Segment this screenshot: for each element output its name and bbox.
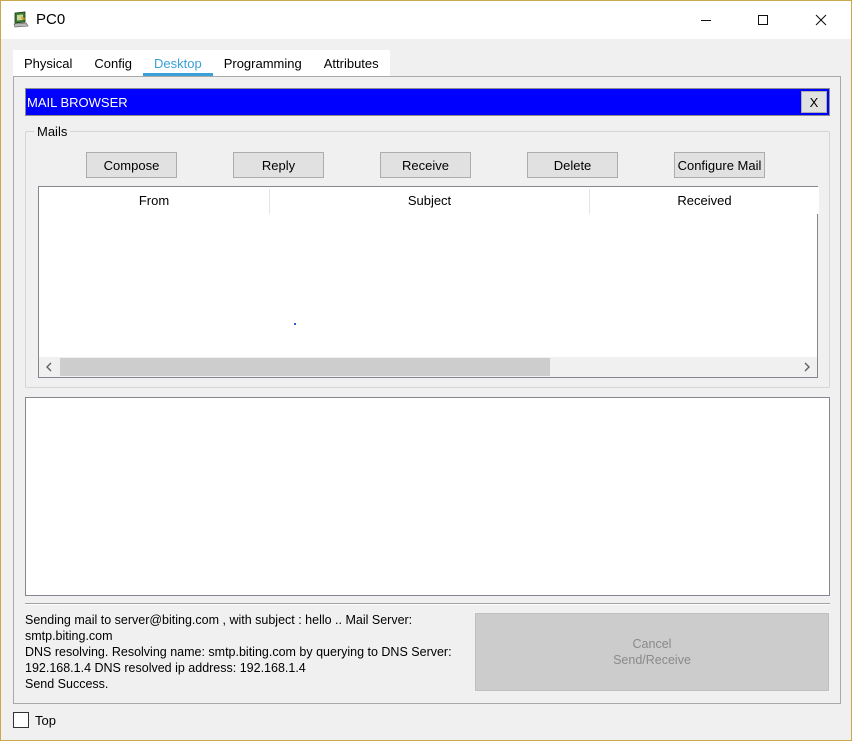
top-option[interactable]: Top xyxy=(13,712,56,728)
tab-config[interactable]: Config xyxy=(83,50,143,76)
status-line: 192.168.1.4 DNS resolved ip address: 192… xyxy=(25,661,306,675)
status-line: Sending mail to server@biting.com , with… xyxy=(25,613,413,627)
mail-list-table[interactable]: From Subject Received xyxy=(38,186,819,378)
tab-attributes[interactable]: Attributes xyxy=(313,50,390,76)
close-window-button[interactable] xyxy=(798,1,844,39)
mail-browser-close-button[interactable]: X xyxy=(801,91,827,113)
scroll-left-arrow-icon[interactable] xyxy=(39,357,59,377)
reply-button[interactable]: Reply xyxy=(233,152,324,178)
status-line: DNS resolving. Resolving name: smtp.biti… xyxy=(25,645,452,659)
mail-browser-header: MAIL BROWSER X xyxy=(25,88,830,116)
receive-button[interactable]: Receive xyxy=(380,152,471,178)
status-line: smtp.biting.com xyxy=(25,629,113,643)
app-window: PC0 Physical Config Desktop Programming … xyxy=(0,0,852,741)
tab-programming[interactable]: Programming xyxy=(213,50,313,76)
top-checkbox[interactable] xyxy=(13,712,29,728)
mails-group: Mails Compose Reply Receive Delete Confi… xyxy=(25,124,830,388)
close-icon xyxy=(815,14,827,26)
cancel-send-receive-button[interactable]: Cancel Send/Receive xyxy=(475,613,829,691)
compose-button[interactable]: Compose xyxy=(86,152,177,178)
cancel-label: Cancel xyxy=(632,637,672,651)
delete-button[interactable]: Delete xyxy=(527,152,618,178)
column-header-subject[interactable]: Subject xyxy=(270,187,589,214)
desktop-panel: MAIL BROWSER X Mails Compose Reply Recei… xyxy=(13,76,841,704)
send-receive-label: Send/Receive xyxy=(613,653,691,667)
tab-bar: Physical Config Desktop Programming Attr… xyxy=(13,50,390,76)
maximize-button[interactable] xyxy=(740,1,786,39)
top-checkbox-label: Top xyxy=(35,712,56,728)
minimize-icon xyxy=(701,20,711,21)
title-bar[interactable]: PC0 xyxy=(1,1,851,39)
mail-browser-title: MAIL BROWSER xyxy=(27,95,128,110)
mail-body-view[interactable] xyxy=(25,397,830,596)
focus-marker xyxy=(294,323,296,325)
minimize-button[interactable] xyxy=(683,1,729,39)
scroll-right-arrow-icon[interactable] xyxy=(797,357,817,377)
tab-desktop[interactable]: Desktop xyxy=(143,50,213,76)
window-title: PC0 xyxy=(36,11,66,28)
configure-mail-button[interactable]: Configure Mail xyxy=(674,152,765,178)
pc-icon xyxy=(13,11,29,28)
horizontal-scrollbar[interactable] xyxy=(39,357,817,377)
scrollbar-thumb[interactable] xyxy=(60,358,550,376)
status-log: Sending mail to server@biting.com , with… xyxy=(25,612,475,692)
mails-group-label: Mails xyxy=(34,124,71,139)
tab-physical[interactable]: Physical xyxy=(13,50,83,76)
separator xyxy=(25,603,830,605)
maximize-icon xyxy=(758,15,768,25)
status-line: Send Success. xyxy=(25,677,109,691)
column-header-received[interactable]: Received xyxy=(590,187,819,214)
column-header-from[interactable]: From xyxy=(39,187,269,214)
